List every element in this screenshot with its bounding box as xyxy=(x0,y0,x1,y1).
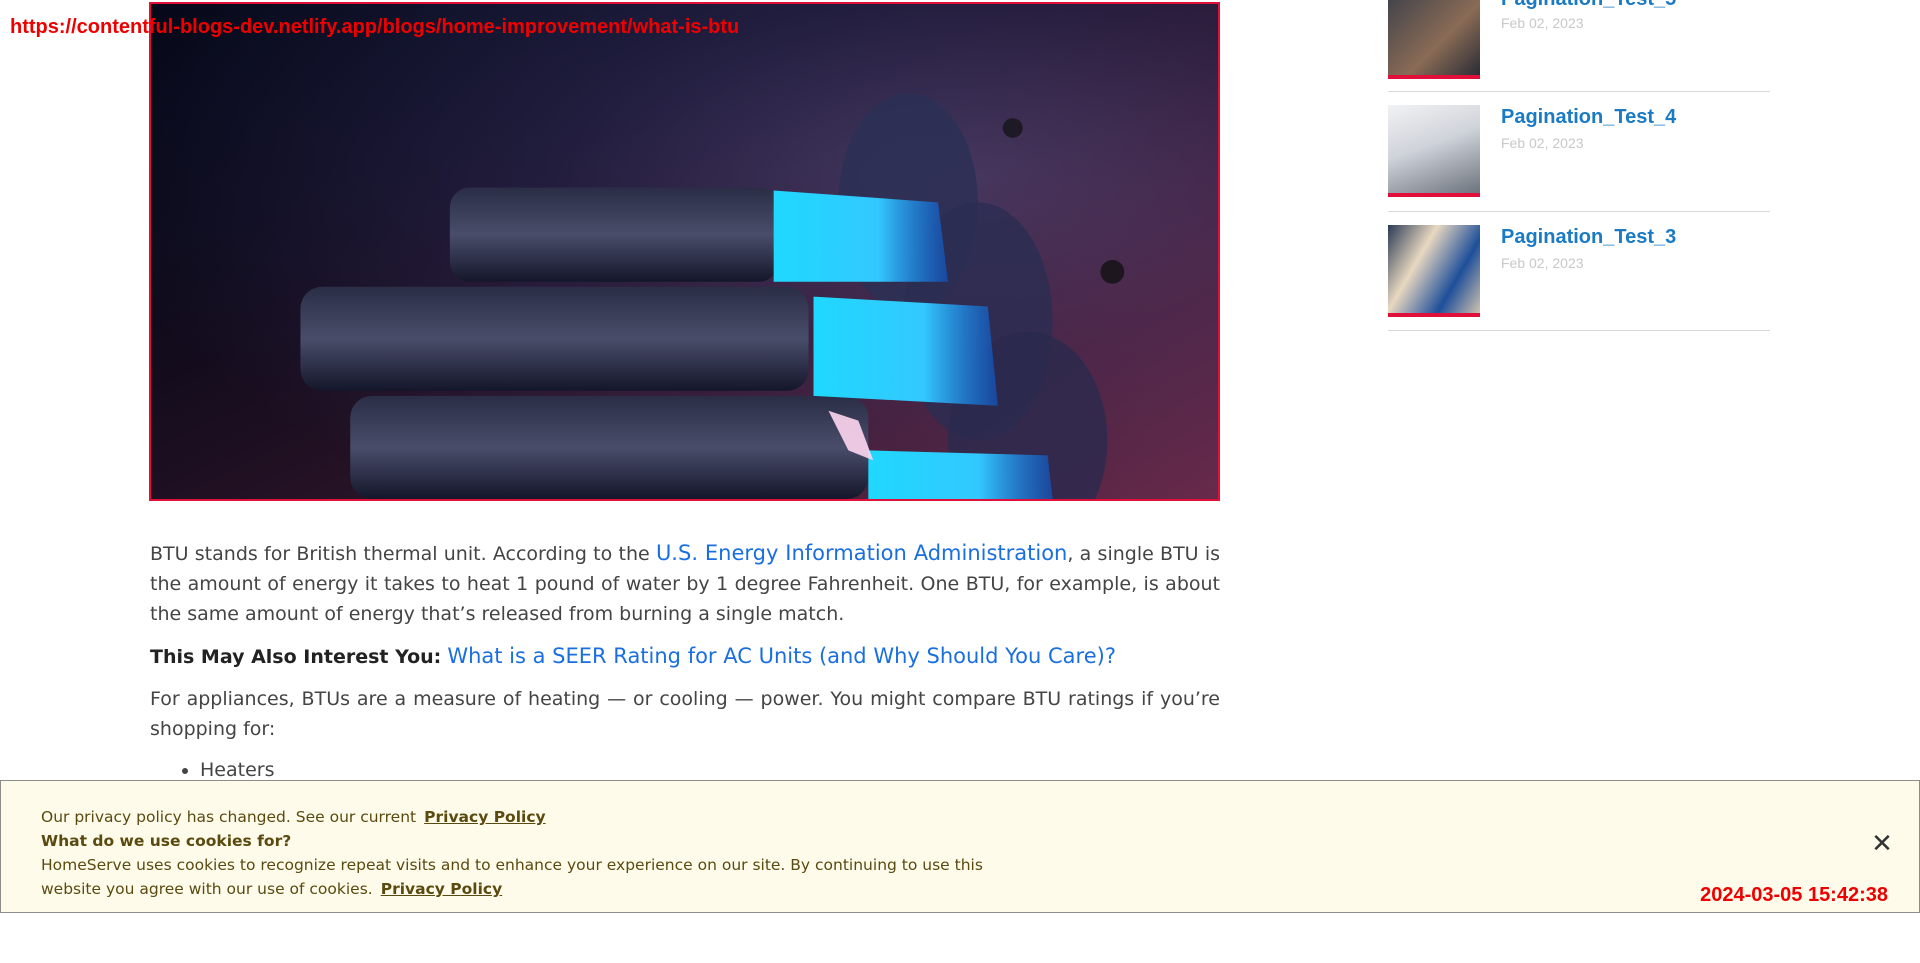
appliances-paragraph: For appliances, BTUs are a measure of he… xyxy=(150,688,1220,740)
furnace-burner-flames-image xyxy=(149,2,1220,501)
post-title[interactable]: Pagination_Test_5 xyxy=(1501,0,1676,11)
eia-link[interactable]: U.S. Energy Information Administration xyxy=(656,541,1067,565)
cookie-policy-notice: Our privacy policy has changed. See our … xyxy=(41,808,417,826)
sidebar-post[interactable]: Pagination_Test_3 Feb 02, 2023 xyxy=(1388,212,1770,331)
related-article-callout: This May Also Interest You: What is a SE… xyxy=(150,641,1220,672)
post-thumbnail[interactable] xyxy=(1388,0,1480,79)
privacy-policy-link[interactable]: Privacy Policy xyxy=(424,808,546,826)
post-thumbnail[interactable] xyxy=(1388,225,1480,317)
recent-posts-sidebar: Pagination_Test_5 Feb 02, 2023 Paginatio… xyxy=(1388,0,1770,331)
article-body: BTU stands for British thermal unit. Acc… xyxy=(150,538,1220,784)
post-date: Feb 02, 2023 xyxy=(1501,255,1584,271)
cookie-heading: What do we use cookies for? xyxy=(41,832,292,850)
btu-definition-paragraph: BTU stands for British thermal unit. Acc… xyxy=(150,538,1220,629)
url-overlay: https://contentful-blogs-dev.netlify.app… xyxy=(10,16,740,38)
cookie-text: Our privacy policy has changed. See our … xyxy=(41,805,1041,901)
post-date: Feb 02, 2023 xyxy=(1501,15,1584,31)
sidebar-post[interactable]: Pagination_Test_4 Feb 02, 2023 xyxy=(1388,92,1770,212)
post-title[interactable]: Pagination_Test_3 xyxy=(1501,226,1676,249)
privacy-policy-link[interactable]: Privacy Policy xyxy=(381,880,503,898)
cookie-description: HomeServe uses cookies to recognize repe… xyxy=(41,856,983,898)
cookie-policy-row: Our privacy policy has changed. See our … xyxy=(41,805,1041,829)
post-thumbnail[interactable] xyxy=(1388,105,1480,197)
close-icon[interactable]: ✕ xyxy=(1871,831,1893,857)
timestamp-overlay: 2024-03-05 15:42:38 xyxy=(1700,884,1888,906)
cookie-banner: Our privacy policy has changed. See our … xyxy=(0,780,1920,913)
interest-label: This May Also Interest You: xyxy=(150,646,442,668)
post-title[interactable]: Pagination_Test_4 xyxy=(1501,106,1676,129)
post-date: Feb 02, 2023 xyxy=(1501,135,1584,151)
seer-rating-link[interactable]: What is a SEER Rating for AC Units (and … xyxy=(447,644,1116,668)
paragraph-text: BTU stands for British thermal unit. Acc… xyxy=(150,543,656,565)
sidebar-post[interactable]: Pagination_Test_5 Feb 02, 2023 xyxy=(1388,0,1770,92)
